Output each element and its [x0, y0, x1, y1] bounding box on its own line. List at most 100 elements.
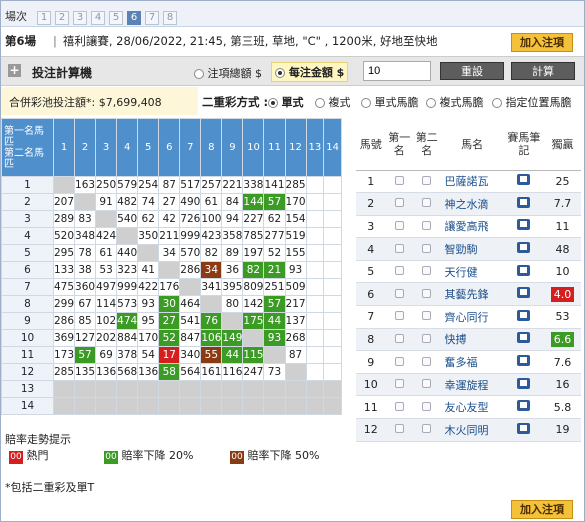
odds-cell[interactable] — [305, 193, 325, 211]
odds-cell[interactable] — [305, 346, 325, 364]
radio-icon[interactable] — [315, 98, 325, 108]
race-notes[interactable] — [503, 237, 544, 261]
odds-cell[interactable]: 517 — [179, 176, 202, 194]
first-place-checkbox[interactable] — [385, 418, 414, 442]
notes-icon[interactable] — [517, 309, 531, 321]
checkbox-icon[interactable] — [422, 266, 432, 276]
race-notes[interactable] — [503, 373, 544, 397]
race-tab-4[interactable]: 4 — [91, 11, 105, 25]
odds-cell[interactable] — [323, 176, 342, 194]
odds-cell[interactable] — [305, 261, 325, 279]
checkbox-icon[interactable] — [394, 311, 404, 321]
option-unit-amount[interactable]: 每注金額 $ — [271, 62, 349, 82]
odds-cell[interactable]: 348 — [74, 227, 97, 245]
odds-cell[interactable]: 84 — [221, 193, 244, 211]
odds-cell[interactable]: 115 — [242, 346, 265, 364]
checkbox-icon[interactable] — [394, 266, 404, 276]
odds-cell[interactable]: 142 — [242, 295, 265, 313]
odds-cell[interactable]: 94 — [221, 210, 244, 228]
odds-cell[interactable]: 163 — [74, 176, 97, 194]
odds-cell[interactable]: 251 — [263, 278, 286, 296]
first-place-checkbox[interactable] — [385, 328, 414, 352]
second-place-checkbox[interactable] — [413, 328, 441, 352]
odds-cell[interactable]: 17 — [158, 346, 181, 364]
odds-cell[interactable]: 341 — [200, 278, 223, 296]
checkbox-icon[interactable] — [422, 288, 432, 298]
odds-cell[interactable]: 62 — [263, 210, 286, 228]
first-place-checkbox[interactable] — [385, 373, 414, 397]
amount-input[interactable] — [363, 61, 431, 81]
odds-cell[interactable]: 474 — [116, 312, 139, 330]
odds-cell[interactable]: 340 — [179, 346, 202, 364]
checkbox-icon[interactable] — [394, 424, 404, 434]
odds-cell[interactable]: 277 — [263, 227, 286, 245]
odds-cell[interactable]: 137 — [284, 312, 307, 330]
first-place-checkbox[interactable] — [385, 192, 414, 216]
notes-icon[interactable] — [517, 400, 531, 412]
first-place-checkbox[interactable] — [385, 395, 414, 420]
odds-cell[interactable]: 423 — [200, 227, 223, 245]
odds-cell[interactable] — [305, 227, 325, 245]
odds-cell[interactable]: 360 — [74, 278, 97, 296]
odds-cell[interactable] — [323, 210, 342, 228]
checkbox-icon[interactable] — [394, 379, 404, 389]
odds-cell[interactable]: 211 — [158, 227, 181, 245]
odds-cell[interactable]: 82 — [242, 261, 265, 279]
odds-cell[interactable]: 170 — [137, 329, 160, 347]
odds-cell[interactable]: 57 — [74, 346, 97, 364]
odds-cell[interactable]: 540 — [116, 210, 139, 228]
odds-cell[interactable] — [323, 278, 342, 296]
odds-cell[interactable]: 475 — [52, 278, 76, 296]
checkbox-icon[interactable] — [422, 311, 432, 321]
bet-type-multiple[interactable]: 複式 — [315, 94, 351, 110]
odds-cell[interactable]: 93 — [263, 329, 286, 347]
odds-cell[interactable]: 350 — [137, 227, 160, 245]
odds-cell[interactable]: 106 — [200, 329, 223, 347]
notes-icon[interactable] — [517, 264, 531, 276]
odds-cell[interactable]: 464 — [179, 295, 202, 313]
first-place-checkbox[interactable] — [385, 305, 414, 329]
odds-cell[interactable] — [305, 278, 325, 296]
checkbox-icon[interactable] — [422, 379, 432, 389]
odds-cell[interactable]: 44 — [263, 312, 286, 330]
odds-cell[interactable]: 87 — [158, 176, 181, 194]
odds-cell[interactable] — [323, 261, 342, 279]
first-place-checkbox[interactable] — [385, 237, 414, 261]
race-notes[interactable] — [503, 395, 544, 420]
notes-icon[interactable] — [517, 422, 531, 434]
odds-cell[interactable]: 80 — [221, 295, 244, 313]
second-place-checkbox[interactable] — [413, 170, 441, 194]
odds-cell[interactable]: 257 — [200, 176, 223, 194]
odds-cell[interactable]: 44 — [221, 346, 244, 364]
checkbox-icon[interactable] — [422, 424, 432, 434]
odds-cell[interactable]: 170 — [284, 193, 307, 211]
race-tab-6[interactable]: 6 — [127, 11, 141, 25]
second-place-checkbox[interactable] — [413, 305, 441, 329]
odds-cell[interactable]: 490 — [179, 193, 202, 211]
notes-icon[interactable] — [517, 332, 531, 344]
odds-cell[interactable]: 285 — [284, 176, 307, 194]
bet-type-multiple-banker[interactable]: 複式馬膽 — [426, 94, 484, 110]
odds-cell[interactable]: 175 — [242, 312, 265, 330]
odds-cell[interactable]: 102 — [95, 312, 118, 330]
notes-icon[interactable] — [517, 377, 531, 389]
odds-cell[interactable]: 247 — [242, 363, 265, 381]
odds-cell[interactable]: 91 — [95, 193, 118, 211]
odds-cell[interactable]: 497 — [95, 278, 118, 296]
odds-cell[interactable]: 482 — [116, 193, 139, 211]
horse-name-link[interactable]: 天行健 — [440, 260, 504, 284]
odds-cell[interactable] — [323, 329, 342, 347]
odds-cell[interactable]: 286 — [52, 312, 76, 330]
odds-cell[interactable]: 74 — [137, 193, 160, 211]
odds-cell[interactable] — [305, 244, 325, 262]
odds-cell[interactable]: 299 — [52, 295, 76, 313]
odds-cell[interactable]: 207 — [52, 193, 76, 211]
checkbox-icon[interactable] — [422, 333, 432, 343]
odds-cell[interactable] — [323, 363, 342, 381]
checkbox-icon[interactable] — [394, 243, 404, 253]
odds-cell[interactable]: 726 — [179, 210, 202, 228]
race-tab-2[interactable]: 2 — [55, 11, 69, 25]
horse-name-link[interactable]: 齊心同行 — [440, 305, 504, 329]
odds-cell[interactable]: 135 — [74, 363, 97, 381]
radio-icon[interactable] — [426, 98, 436, 108]
